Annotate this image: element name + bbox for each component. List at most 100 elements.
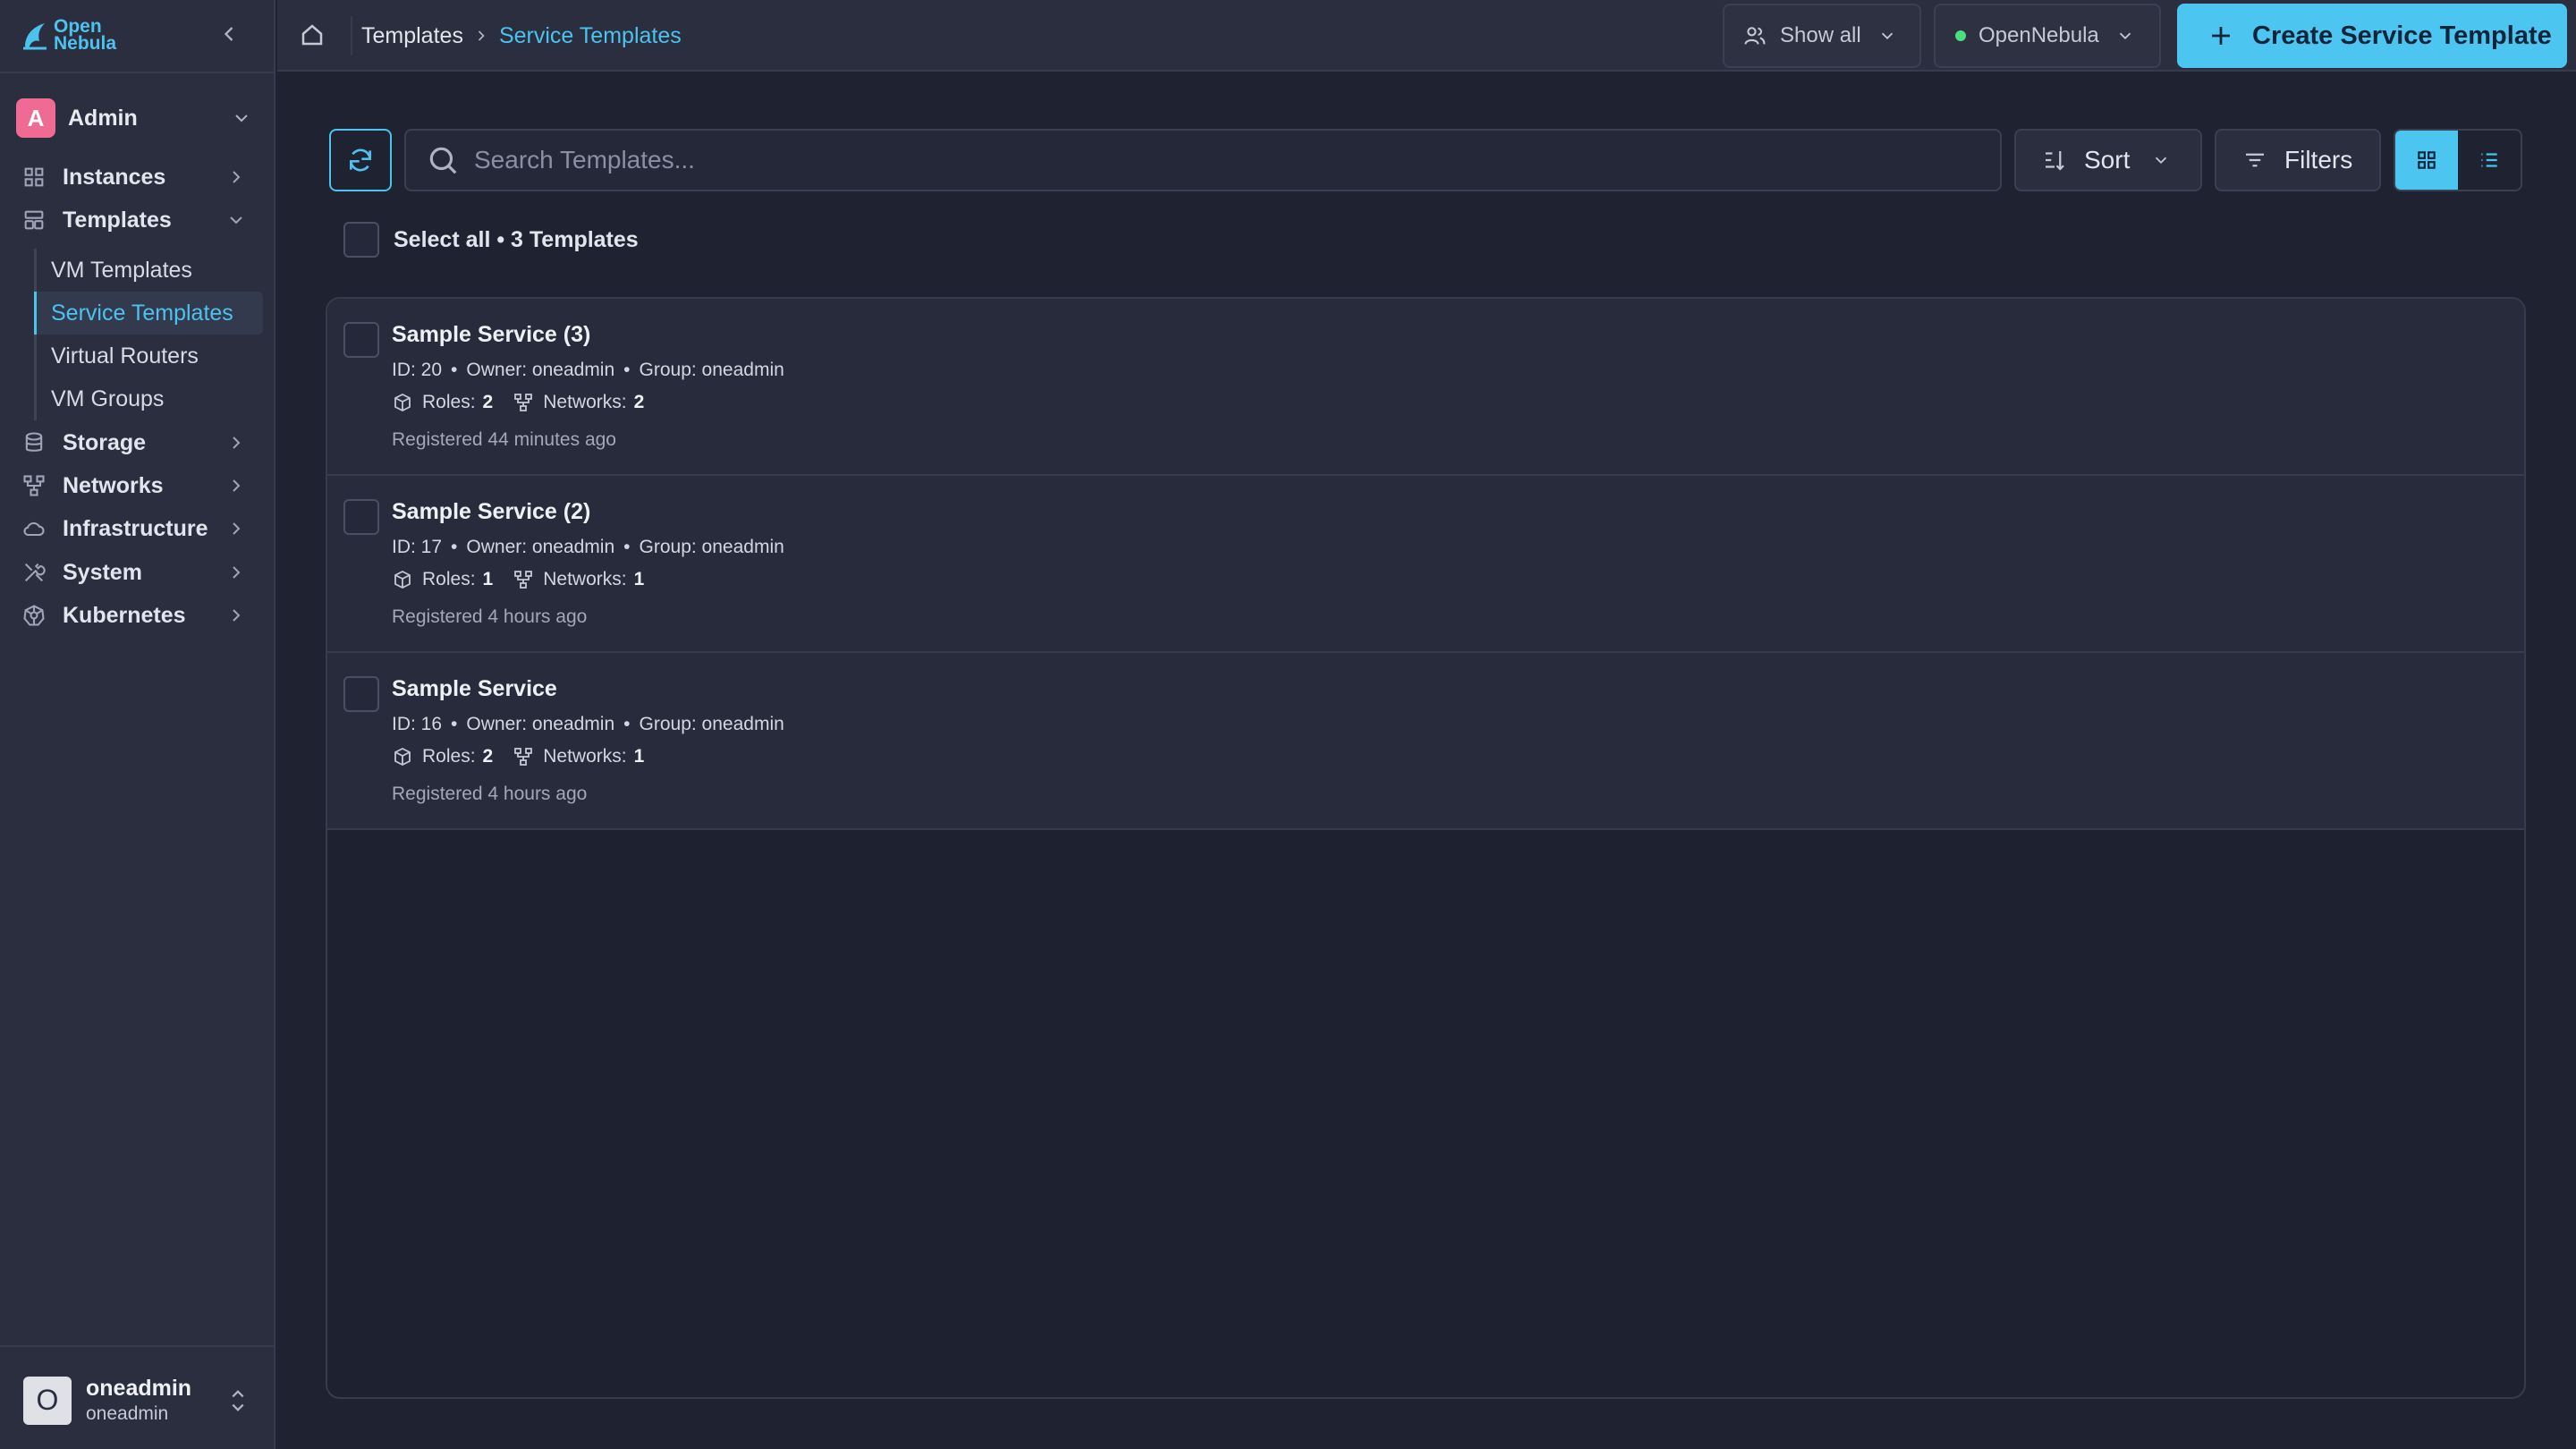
meta-separator: • [451,714,458,734]
sort-icon [2046,151,2064,171]
home-icon[interactable] [299,21,326,48]
zone-selector-button[interactable]: OpenNebula [1934,4,2161,68]
template-owner: Owner: oneadmin [466,537,615,557]
package-icon [394,393,411,412]
zone-label: OpenNebula [1979,23,2099,47]
view-toggle [2394,129,2522,191]
networks-count: 2 [633,392,645,412]
chevron-updown-icon[interactable] [225,1386,250,1415]
search-input[interactable] [474,133,2000,187]
template-group: Group: oneadmin [639,537,784,557]
networks-count: 1 [633,746,645,767]
show-all-filter-button[interactable]: Show all [1723,4,1921,68]
row-checkbox[interactable] [343,499,379,535]
sidebar-item-service-templates[interactable]: Service Templates [34,292,263,335]
sidebar-item-networks[interactable]: Networks [16,466,259,505]
roles-count: 2 [482,392,494,412]
chevron-right-icon [233,171,241,183]
networks-label: Networks: [543,569,627,589]
chevron-right-icon [233,522,241,535]
chevron-down-icon [1881,32,1893,40]
refresh-icon [350,148,371,172]
template-title: Sample Service [392,676,557,701]
create-service-template-button[interactable]: Create Service Template [2177,4,2567,68]
sidebar-item-vm-groups[interactable]: VM Groups [37,377,263,420]
sidebar-item-label: Templates [63,207,172,233]
refresh-button[interactable] [329,129,392,191]
opennebula-logo-icon [23,23,47,50]
sidebar-item-templates[interactable]: Templates [16,200,259,240]
chevron-right-icon [233,609,241,622]
chevron-right-icon [233,566,241,579]
opennebula-logo[interactable]: Open Nebula [21,17,116,53]
select-all[interactable]: Select all • 3 Templates [343,222,639,258]
top-bar: Templates Service Templates Show all Ope… [277,0,2576,72]
template-stats: Roles: 1 Networks: 1 [392,569,644,590]
sidebar-item-label: Kubernetes [63,602,186,628]
template-group: Group: oneadmin [639,714,784,734]
grid-icon [24,167,44,187]
chevron-down-icon [2119,32,2131,40]
list-view-button[interactable] [2458,131,2521,190]
account-name: Admin [68,105,138,131]
user-menu[interactable]: O oneadmin oneadmin [23,1376,191,1425]
select-all-label: Select all • 3 Templates [394,226,639,252]
meta-separator: • [623,714,631,734]
template-row[interactable]: Sample Service (2) ID: 17 • Owner: onead… [327,476,2524,653]
search-field[interactable] [404,129,2002,191]
sidebar-item-virtual-routers[interactable]: Virtual Routers [37,335,263,377]
sidebar-item-system[interactable]: System [16,553,259,592]
template-owner: Owner: oneadmin [466,360,615,380]
kubernetes-icon [23,605,45,626]
collapse-sidebar-button[interactable] [216,21,242,47]
template-registered: Registered 44 minutes ago [392,429,616,450]
breadcrumb: Templates Service Templates [361,0,682,72]
sidebar-item-label: Networks [63,472,164,498]
package-icon [394,747,411,767]
chevron-down-icon [230,216,242,225]
account-avatar: A [16,98,55,138]
show-all-label: Show all [1780,23,1861,47]
filter-icon [2246,153,2264,167]
sidebar-item-kubernetes[interactable]: Kubernetes [16,596,259,635]
roles-count: 2 [482,746,494,767]
template-stats: Roles: 2 Networks: 2 [392,392,644,413]
sidebar: Open Nebula A Admin Instances Templates … [0,0,275,1449]
tools-icon [24,563,46,582]
database-icon [25,432,43,452]
chevron-right-icon [233,479,241,492]
template-list: Sample Service (3) ID: 20 • Owner: onead… [326,297,2526,1399]
sidebar-item-storage[interactable]: Storage [16,423,259,462]
search-icon [429,147,457,174]
meta-separator: • [623,360,631,380]
status-dot [1955,30,1966,41]
roles-label: Roles: [422,569,476,589]
chevron-right-icon [233,436,241,449]
row-checkbox[interactable] [343,322,379,358]
template-id: ID: 17 [392,537,443,557]
template-row[interactable]: Sample Service (3) ID: 20 • Owner: onead… [327,299,2524,476]
grid-view-button[interactable] [2395,131,2458,190]
sidebar-item-vm-templates[interactable]: VM Templates [37,249,263,292]
row-checkbox[interactable] [343,676,379,712]
sidebar-item-instances[interactable]: Instances [16,157,259,197]
networks-label: Networks: [543,392,627,412]
select-all-checkbox[interactable] [343,222,379,258]
list-view-icon [2481,153,2497,167]
breadcrumb-templates[interactable]: Templates [361,23,463,49]
templates-subnav: VM Templates Service Templates Virtual R… [34,249,263,420]
networks-label: Networks: [543,746,627,767]
template-row[interactable]: Sample Service ID: 16 • Owner: oneadmin … [327,653,2524,830]
sort-button[interactable]: Sort [2014,129,2202,191]
sidebar-item-label: Infrastructure [63,515,208,541]
network-icon [514,748,533,766]
sidebar-item-infrastructure[interactable]: Infrastructure [16,509,259,548]
account-selector[interactable]: A Admin [16,98,259,138]
template-id: ID: 16 [392,714,443,734]
filters-button[interactable]: Filters [2215,129,2381,191]
user-info: oneadmin oneadmin [86,1376,191,1425]
network-icon [514,394,533,411]
breadcrumb-current: Service Templates [498,22,682,48]
sidebar-item-label: Storage [63,429,147,455]
create-button-label: Create Service Template [2252,21,2552,50]
